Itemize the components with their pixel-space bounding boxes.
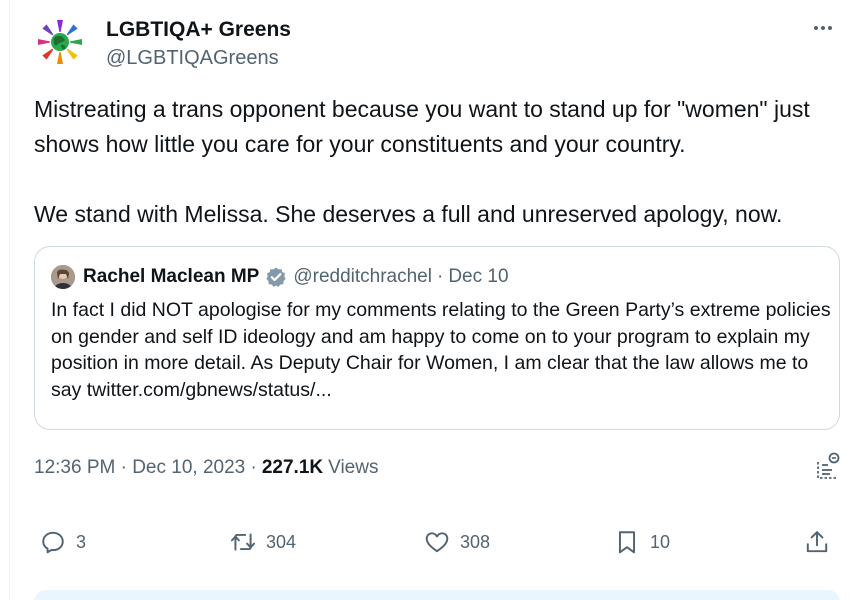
- author-handle[interactable]: @LGBTIQAGreens: [106, 45, 291, 71]
- reply-icon: [42, 531, 64, 554]
- heart-icon: [425, 532, 449, 553]
- more-options-icon[interactable]: [809, 18, 837, 38]
- person-photo-icon: [51, 265, 75, 289]
- share-icon: [806, 531, 828, 553]
- quoted-tweet-body: In fact I did NOT apologise for my comme…: [51, 299, 831, 401]
- bookmark-icon: [618, 531, 636, 554]
- like-count: 308: [460, 531, 491, 552]
- verified-badge-icon: [265, 266, 287, 288]
- reply-composer-edge: [34, 590, 840, 600]
- quoted-tweet-card[interactable]: Rachel Maclean MP @redditchrachel · Dec …: [34, 246, 840, 430]
- reply-count: 3: [76, 531, 87, 552]
- tweet-actions-bar: 3 304 308 10: [34, 525, 840, 559]
- retweet-count: 304: [266, 531, 297, 552]
- quoted-author-handle[interactable]: @redditchrachel: [293, 266, 432, 288]
- author-avatar[interactable]: [34, 16, 86, 68]
- quoted-tweet-header: Rachel Maclean MP @redditchrachel · Dec …: [51, 263, 823, 291]
- author-display-name[interactable]: LGBTIQA+ Greens: [106, 17, 291, 43]
- rainbow-globe-logo-icon: [38, 20, 82, 64]
- bookmark-button[interactable]: 10: [614, 525, 670, 559]
- retweet-button[interactable]: 304: [230, 525, 296, 559]
- tweet-body: Mistreating a trans opponent because you…: [34, 96, 810, 227]
- retweet-icon: [230, 533, 256, 551]
- reply-button[interactable]: 3: [40, 525, 86, 559]
- quoted-author-avatar[interactable]: [51, 265, 75, 289]
- like-button[interactable]: 308: [424, 525, 490, 559]
- separator-dot: ·: [436, 266, 444, 287]
- views-label: Views: [328, 457, 379, 478]
- view-analytics-icon[interactable]: [815, 452, 841, 482]
- views-count: 227.1K: [261, 457, 324, 478]
- timeline-border: [9, 0, 10, 600]
- quoted-author-name[interactable]: Rachel Maclean MP: [83, 266, 259, 288]
- tweet-timestamp[interactable]: 12:36 PM · Dec 10, 2023 ·: [34, 457, 257, 479]
- quoted-tweet-date[interactable]: Dec 10: [448, 266, 508, 288]
- tweet-header: LGBTIQA+ Greens @LGBTIQAGreens: [34, 14, 837, 74]
- share-button[interactable]: [804, 525, 830, 559]
- bookmark-count: 10: [650, 531, 671, 552]
- tweet-metadata: 12:36 PM · Dec 10, 2023 · 227.1K Views: [34, 455, 378, 481]
